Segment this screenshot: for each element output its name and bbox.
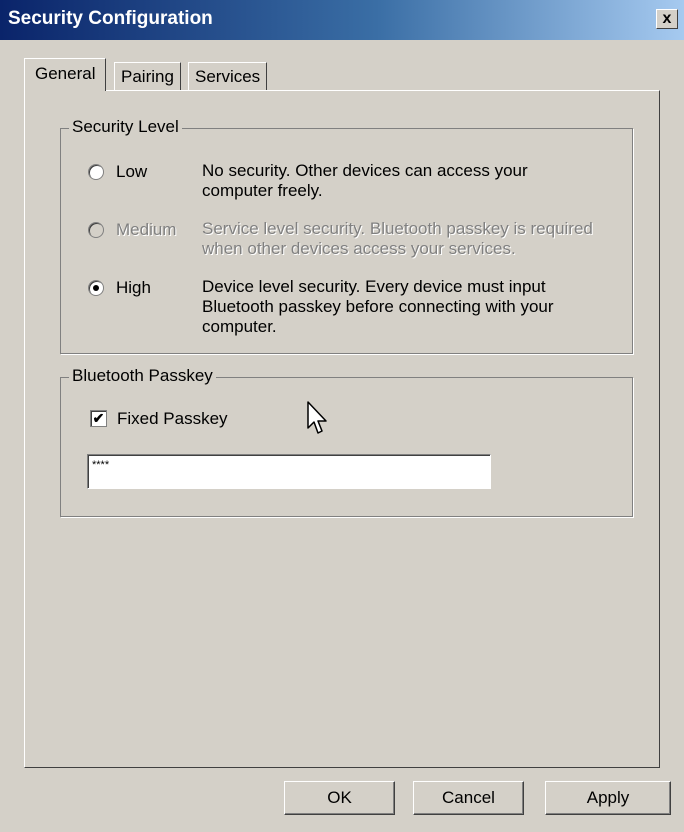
medium-label[interactable]: Medium [116,220,176,240]
medium-description-line: when other devices access your services. [202,239,516,258]
high-description-line: computer. [202,317,277,336]
close-button[interactable]: x [656,9,678,29]
low-description-line: No security. Other devices can access yo… [202,161,528,180]
high-description-line: Bluetooth passkey before connecting with… [202,297,554,316]
security-configuration-window: Security Configuration x General Pairing… [0,0,684,832]
medium-description: Service level security. Bluetooth passke… [202,219,593,259]
fixed-passkey-checkbox[interactable]: ✔ [90,410,107,427]
tab-services-label: Services [195,67,261,86]
medium-description-line: Service level security. Bluetooth passke… [202,219,593,238]
ok-button[interactable]: OK [284,781,395,815]
medium-radio[interactable] [88,222,104,238]
low-label[interactable]: Low [116,162,147,182]
apply-button[interactable]: Apply [545,781,671,815]
passkey-input[interactable]: **** [87,454,491,489]
radio-selected-dot [93,285,99,291]
cancel-button[interactable]: Cancel [413,781,524,815]
fixed-passkey-label[interactable]: Fixed Passkey [117,409,228,429]
high-description-line: Device level security. Every device must… [202,277,546,296]
close-icon: x [662,10,672,27]
low-description-line: computer freely. [202,181,323,200]
high-label[interactable]: High [116,278,151,298]
mouse-pointer-icon [307,401,327,434]
security-level-group: Security Level Low No security. Other de… [60,117,633,354]
window-title: Security Configuration [8,8,213,29]
tab-services[interactable]: Services [188,62,268,90]
title-bar[interactable]: Security Configuration x [0,0,684,40]
checkmark-icon: ✔ [92,410,105,426]
low-radio[interactable] [88,164,104,180]
bluetooth-passkey-legend: Bluetooth Passkey [69,366,216,386]
tab-general-label: General [35,64,96,83]
low-description: No security. Other devices can access yo… [202,161,528,201]
bluetooth-passkey-group: Bluetooth Passkey ✔ Fixed Passkey **** [60,366,633,517]
tab-general[interactable]: General [24,58,107,91]
tab-pairing[interactable]: Pairing [114,62,181,90]
security-level-legend: Security Level [69,117,182,137]
tab-pairing-label: Pairing [121,67,174,86]
high-description: Device level security. Every device must… [202,277,554,337]
high-radio[interactable] [88,280,104,296]
